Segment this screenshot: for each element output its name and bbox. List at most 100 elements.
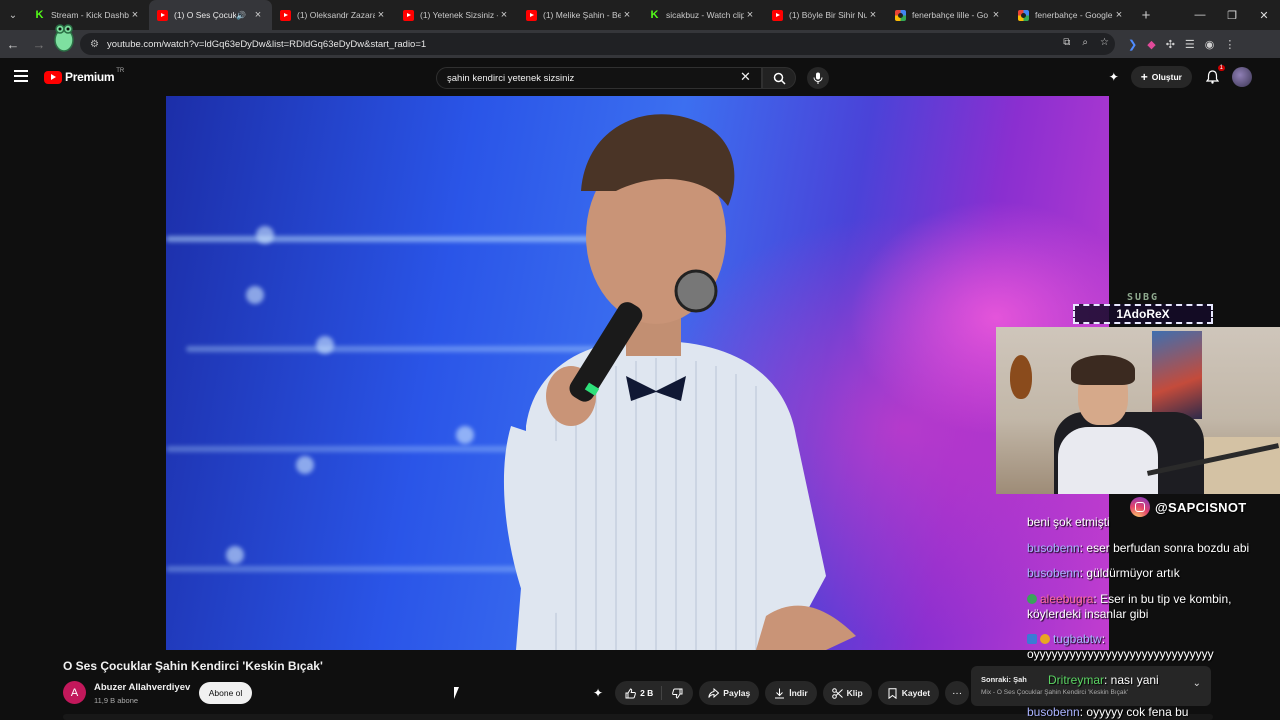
close-tab-icon[interactable]: × [990,9,1002,21]
logo-country-code: TR [116,68,125,74]
sub-alert-name: 1AdoReX [1073,304,1213,324]
browser-toolbar: ← → ⚙ youtube.com/watch?v=ldGq63eDyDw&li… [0,30,1280,58]
tab-search-chevron-icon[interactable]: ⌄ [0,0,26,30]
extension-icon[interactable]: ❯ [1128,38,1137,51]
download-button[interactable]: İndir [765,681,817,705]
close-tab-icon[interactable]: × [252,9,264,21]
close-tab-icon[interactable]: × [498,9,510,21]
tab-title: (1) Oleksandr Zazara [297,10,375,20]
hamburger-menu-icon[interactable] [14,70,28,82]
sparkle-icon[interactable]: ✦ [593,686,603,700]
channel-name[interactable]: Abuzer Allahverdiyev [94,682,190,693]
chat-text: oyyyyy cok fena bu [1086,705,1189,719]
like-button[interactable]: 2 B [615,686,663,700]
chat-badge-icon [1027,594,1037,604]
browser-tab[interactable]: (1) O Ses Çocukla🔊 × [149,0,272,30]
video-player[interactable] [166,96,1109,650]
zoom-icon[interactable]: ⌕ [1082,37,1088,48]
profile-icon[interactable]: ◉ [1205,38,1215,51]
tab-title: Stream - Kick Dashb [51,10,129,20]
back-arrow-icon[interactable]: ← [0,30,26,58]
youtube-logo[interactable]: Premium TR [44,68,125,84]
chat-badge-icon [1027,634,1037,644]
extension-icon[interactable]: ◆ [1147,38,1155,51]
clear-search-icon[interactable]: ✕ [740,69,751,85]
premium-gift-icon[interactable]: ✦ [1109,70,1119,84]
close-tab-icon[interactable]: × [744,9,756,21]
close-tab-icon[interactable]: × [621,9,633,21]
tab-title: (1) Melike Şahin - Be [543,10,621,20]
chat-text-continued: oyyyyyyyyyyyyyyyyyyyyyyyyyyyyyy [1027,647,1214,661]
close-window-icon[interactable]: ✕ [1248,0,1280,30]
share-button[interactable]: Paylaş [699,681,760,705]
browser-tab[interactable]: (1) Yetenek Sizsiniz - × [395,0,518,30]
chat-message: busobenn: güldürmüyor artık [1027,566,1180,580]
account-avatar[interactable] [1232,67,1252,87]
maximize-icon[interactable]: ❐ [1216,0,1248,30]
address-bar[interactable]: ⚙ youtube.com/watch?v=ldGq63eDyDw&list=R… [80,33,1115,55]
close-tab-icon[interactable]: × [867,9,879,21]
tab-title: fenerbahçe - Google [1035,10,1113,20]
tab-groups-icon[interactable]: ☰ [1185,38,1195,51]
tab-list: KStream - Kick Dashb×(1) O Ses Çocukla🔊×… [26,0,1133,30]
chat-message: Dritreymar: nası yani [1048,673,1159,687]
chat-text: eser berfudan sonra bozdu abi [1086,541,1250,555]
menu-dots-icon[interactable]: ⋮ [1224,38,1235,51]
tab-title: (1) Yetenek Sizsiniz - [420,10,498,20]
chevron-down-icon[interactable]: ⌄ [1193,678,1201,689]
forward-arrow-icon[interactable]: → [26,30,52,58]
instagram-handle: @SAPCISNOT [1130,497,1247,517]
bokeh-light [316,336,334,354]
bokeh-light [256,226,274,244]
share-label: Paylaş [723,688,751,698]
wall-poster [1152,331,1202,419]
close-tab-icon[interactable]: × [1113,9,1125,21]
youtube-favicon-icon [280,9,291,21]
channel-initial: A [70,686,79,699]
browser-tab[interactable]: (1) Oleksandr Zazara × [272,0,395,30]
tab-audio-icon[interactable]: 🔊 [236,11,246,20]
cast-icon[interactable]: ⧉ [1063,37,1070,48]
close-tab-icon[interactable]: × [129,9,141,21]
puzzle-icon[interactable]: ✣ [1166,38,1175,51]
chat-username: aleebugra [1040,592,1094,606]
search-icon [773,72,786,85]
minimize-icon[interactable]: — [1184,0,1216,30]
chat-text: güldürmüyor artık [1086,566,1180,580]
bookmark-star-icon[interactable]: ☆ [1100,37,1109,48]
close-tab-icon[interactable]: × [375,9,387,21]
browser-tab[interactable]: fenerbahçe lille - Go × [887,0,1010,30]
thumbs-down-icon [672,688,683,699]
chat-username: busobenn [1027,705,1080,719]
search-button[interactable] [762,67,796,89]
search-input[interactable]: şahin kendirci yetenek sizsiniz [436,67,762,89]
kick-favicon-icon: K [35,9,44,21]
site-info-icon[interactable]: ⚙ [90,39,99,50]
youtube-header: Premium TR şahin kendirci yetenek sizsin… [0,58,1280,96]
browser-tab[interactable]: (1) Melike Şahin - Be × [518,0,641,30]
dislike-button[interactable] [662,688,693,699]
tab-title: (1) Böyle Bir Sihir Nu [789,10,867,20]
mouse-cursor [454,687,459,699]
save-label: Kaydet [901,688,931,698]
more-actions-button[interactable]: ··· [945,681,970,705]
save-button[interactable]: Kaydet [877,681,940,705]
chat-message: beni şok etmişti [1027,515,1110,530]
youtube-favicon-icon [157,9,168,21]
voice-search-button[interactable] [807,67,829,89]
new-tab-button[interactable]: + [1133,7,1159,24]
browser-tab[interactable]: (1) Böyle Bir Sihir Nu × [764,0,887,30]
chat-username: Dritreymar [1048,673,1104,687]
browser-tab[interactable]: fenerbahçe - Google × [1010,0,1133,30]
browser-tab[interactable]: Ksicakbuz - Watch clip × [641,0,764,30]
clip-label: Klip [846,688,863,698]
channel-avatar[interactable]: A [63,681,86,704]
clip-button[interactable]: Klip [822,681,872,705]
notifications-button[interactable]: 1 [1204,65,1225,85]
create-button[interactable]: + Oluştur [1130,66,1192,88]
chat-username: busobenn [1027,566,1080,580]
chat-text: nası yani [1110,673,1159,687]
subscribe-button[interactable]: Abone ol [199,682,252,704]
webcam-overlay [996,327,1280,494]
browser-tab[interactable]: K Stream - Kick Dashb × [26,0,149,30]
